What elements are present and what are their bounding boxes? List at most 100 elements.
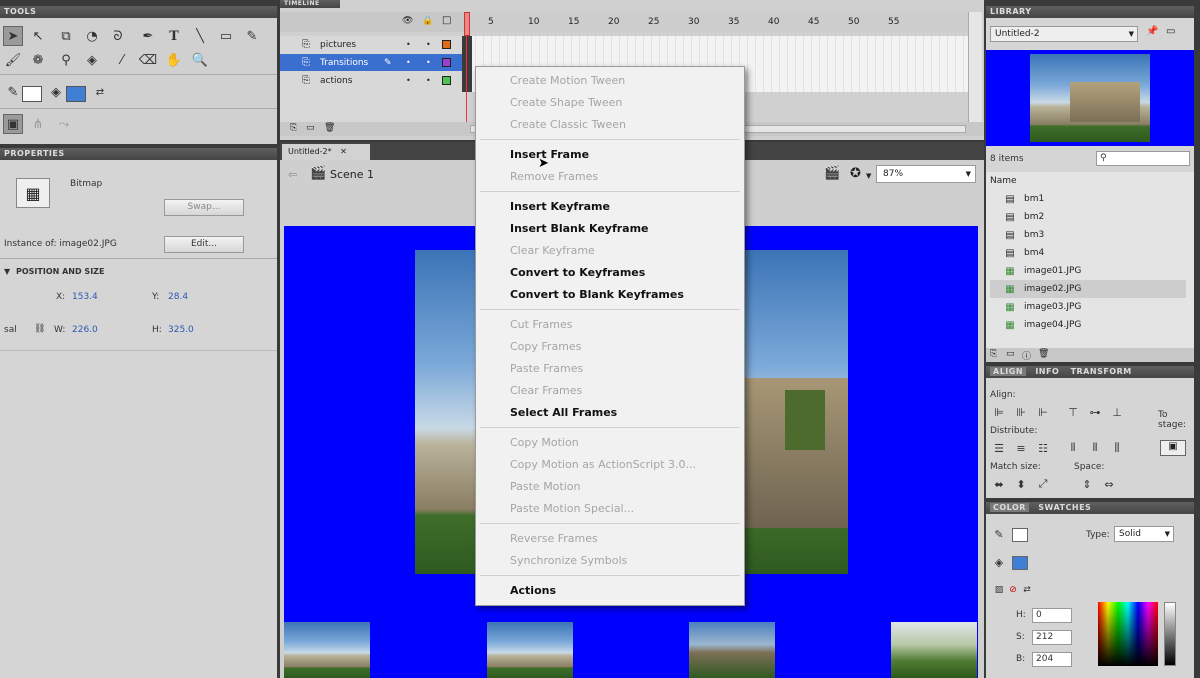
library-name-header[interactable]: Name	[990, 176, 1017, 186]
stroke-color-icon[interactable]: ✎	[3, 82, 23, 102]
library-item[interactable]: ▤ bm3	[990, 226, 1186, 244]
layer-row-actions[interactable]: ⎘ actions • •	[280, 72, 468, 89]
new-folder-icon[interactable]: ▭	[306, 123, 315, 133]
tab-transform[interactable]: TRANSFORM	[1071, 367, 1132, 376]
layer-color-swatch[interactable]	[442, 40, 451, 49]
tab-swatches[interactable]: SWATCHES	[1038, 503, 1091, 512]
space-vertical-icon[interactable]: ⇕	[1078, 476, 1096, 492]
paint-bucket-tool-icon[interactable]: ◈	[82, 50, 102, 70]
library-item[interactable]: ▦ image01.JPG	[990, 262, 1186, 280]
chevron-down-icon[interactable]: ▼	[966, 166, 971, 182]
brightness-input[interactable]: 204	[1032, 652, 1072, 667]
menu-item-insert-keyframe[interactable]: Insert Keyframe	[510, 199, 610, 215]
align-hcenter-icon[interactable]: ⊪	[1012, 404, 1030, 420]
delete-icon[interactable]: 🗑	[1038, 349, 1049, 359]
menu-item-actions[interactable]: Actions	[510, 583, 556, 599]
color-spectrum[interactable]	[1098, 602, 1158, 666]
align-left-icon[interactable]: ⊫	[990, 404, 1008, 420]
text-tool-icon[interactable]: T	[164, 26, 184, 46]
library-item[interactable]: ▦ image04.JPG	[990, 316, 1186, 334]
menu-item-select-all-frames[interactable]: Select All Frames	[510, 405, 617, 421]
distribute-right-icon[interactable]: ⫼	[1108, 440, 1126, 456]
zoom-tool-icon[interactable]: 🔍	[190, 50, 210, 70]
fill-color-icon[interactable]: ◈	[46, 82, 66, 102]
hue-input[interactable]: 0	[1032, 608, 1072, 623]
bone-tool-icon[interactable]: ⚲	[56, 50, 76, 70]
lock-column-icon[interactable]: 🔒	[422, 16, 433, 26]
distribute-left-icon[interactable]: ⫴	[1064, 440, 1082, 456]
distribute-vcenter-icon[interactable]: ≡	[1012, 440, 1030, 456]
pencil-tool-icon[interactable]: ✎	[242, 26, 262, 46]
distribute-bottom-icon[interactable]: ☷	[1034, 440, 1052, 456]
lasso-tool-icon[interactable]: ᘐ	[108, 26, 128, 46]
stroke-color-swatch[interactable]	[22, 86, 42, 102]
w-value[interactable]: 226.0	[72, 325, 98, 335]
pin-icon[interactable]: 📌	[1146, 26, 1158, 37]
pen-tool-icon[interactable]: ✒	[138, 26, 158, 46]
delete-layer-icon[interactable]: 🗑	[324, 123, 335, 133]
thumbnail-image-4[interactable]	[891, 622, 977, 678]
tab-align[interactable]: ALIGN	[990, 367, 1027, 376]
x-value[interactable]: 153.4	[72, 292, 98, 302]
eyedropper-tool-icon[interactable]: ⁄	[112, 50, 132, 70]
new-folder-icon[interactable]: ▭	[1006, 349, 1015, 359]
new-symbol-icon[interactable]: ⎘	[990, 349, 997, 359]
fill-color-swatch[interactable]	[66, 86, 86, 102]
deco-tool-icon[interactable]: ❁	[28, 50, 48, 70]
saturation-input[interactable]: 212	[1032, 630, 1072, 645]
timeline-vscrollbar[interactable]	[968, 12, 982, 122]
fill-bucket-icon[interactable]: ◈	[990, 554, 1008, 570]
new-library-icon[interactable]: ▭	[1166, 26, 1175, 37]
eraser-tool-icon[interactable]: ⌫	[138, 50, 158, 70]
close-icon[interactable]: ✕	[340, 147, 347, 156]
subselection-tool-icon[interactable]: ↖	[28, 26, 48, 46]
hand-tool-icon[interactable]: ✋	[164, 50, 184, 70]
library-item[interactable]: ▦ image03.JPG	[990, 298, 1186, 316]
selection-tool-icon[interactable]: ➤	[3, 26, 23, 46]
layer-color-swatch[interactable]	[442, 76, 451, 85]
thumbnail-image-1[interactable]	[284, 622, 370, 678]
h-value[interactable]: 325.0	[168, 325, 194, 335]
back-arrow-icon[interactable]: ⇦	[288, 168, 297, 181]
scene-label[interactable]: Scene 1	[330, 168, 374, 181]
library-item[interactable]: ▤ bm4	[990, 244, 1186, 262]
swap-colors-icon[interactable]: ⇄	[90, 82, 110, 102]
match-both-icon[interactable]: ⤢	[1034, 476, 1052, 492]
align-top-icon[interactable]: ⊤	[1064, 404, 1082, 420]
space-horizontal-icon[interactable]: ⇔	[1100, 476, 1118, 492]
tab-info[interactable]: INFO	[1035, 367, 1059, 376]
thumbnail-image-2[interactable]	[487, 622, 573, 678]
menu-item-insert-blank-keyframe[interactable]: Insert Blank Keyframe	[510, 221, 649, 237]
match-width-icon[interactable]: ⬌	[990, 476, 1008, 492]
distribute-top-icon[interactable]: ☰	[990, 440, 1008, 456]
zoom-select[interactable]: 87% ▼	[876, 165, 976, 183]
snap-icon[interactable]: ⋔	[28, 114, 48, 134]
tab-color[interactable]: COLOR	[990, 503, 1029, 512]
brightness-slider[interactable]	[1164, 602, 1176, 666]
chevron-down-icon[interactable]: ▼	[1129, 27, 1134, 41]
library-item[interactable]: ▤ bm1	[990, 190, 1186, 208]
distribute-hcenter-icon[interactable]: ⦀	[1086, 440, 1104, 456]
menu-item-insert-frame[interactable]: Insert Frame	[510, 147, 589, 163]
library-item[interactable]: ▦ image02.JPG	[990, 280, 1186, 298]
layer-row-transitions[interactable]: ⎘ Transitions ✎ • •	[280, 54, 468, 71]
playhead[interactable]	[464, 12, 470, 36]
type-select[interactable]: Solid ▼	[1114, 526, 1174, 542]
match-height-icon[interactable]: ⬍	[1012, 476, 1030, 492]
library-item[interactable]: ▤ bm2	[990, 208, 1186, 226]
menu-item-convert-to-keyframes[interactable]: Convert to Keyframes	[510, 265, 645, 281]
menu-item-convert-to-blank-keyframes[interactable]: Convert to Blank Keyframes	[510, 287, 684, 303]
chevron-down-icon[interactable]: ▼	[866, 172, 871, 180]
to-stage-button[interactable]: ▣	[1160, 440, 1186, 456]
library-document-select[interactable]: Untitled-2 ▼	[990, 26, 1138, 42]
edit-button[interactable]: Edit...	[164, 236, 244, 253]
position-size-section-label[interactable]: POSITION AND SIZE	[16, 267, 104, 276]
outline-column-icon[interactable]: □	[442, 15, 451, 26]
rectangle-tool-icon[interactable]: ▭	[216, 26, 236, 46]
eye-icon[interactable]: 👁	[402, 16, 413, 26]
chevron-down-icon[interactable]: ▼	[1165, 527, 1170, 541]
brush-tool-icon[interactable]: 🖌	[3, 50, 23, 70]
edit-symbols-icon[interactable]: ✪	[850, 166, 861, 181]
align-right-icon[interactable]: ⊩	[1034, 404, 1052, 420]
new-layer-icon[interactable]: ⎘	[290, 123, 297, 133]
